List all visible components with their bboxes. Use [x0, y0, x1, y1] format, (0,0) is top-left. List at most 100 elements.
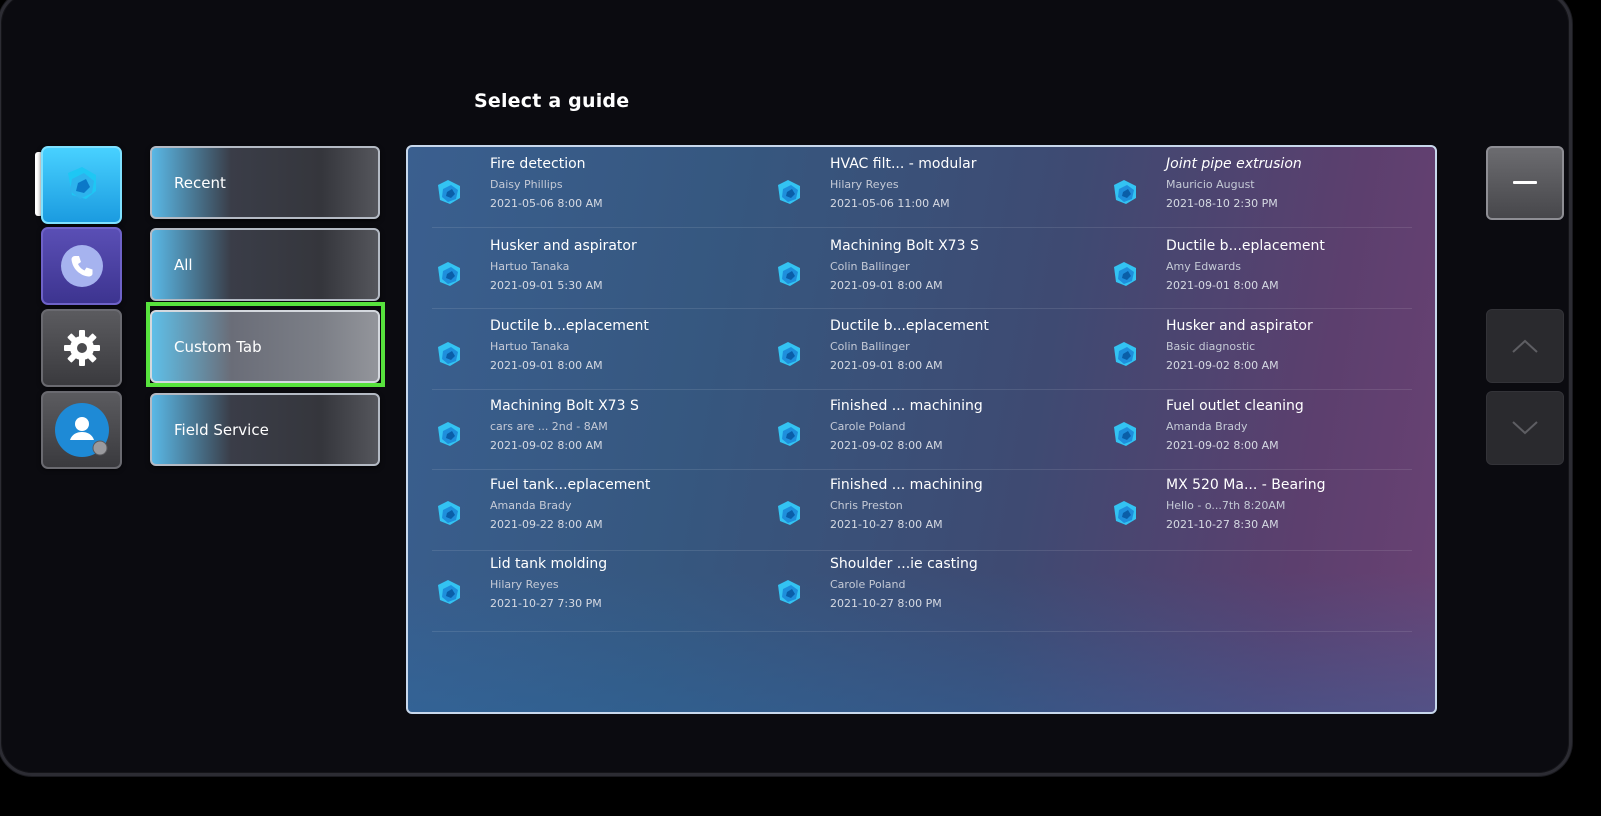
minimize-button[interactable]: [1486, 146, 1564, 220]
guide-icon: [438, 262, 460, 286]
guide-item[interactable]: Lid tank molding Hilary Reyes 2021-10-27 7…: [434, 556, 754, 626]
guide-item[interactable]: Shoulder ...ie casting Carole Poland 2021-…: [774, 556, 1094, 626]
guide-date: 2021-10-27 8:00 AM: [830, 518, 943, 531]
guide-icon: [778, 342, 800, 366]
guide-author: Colin Ballinger: [830, 340, 910, 353]
guide-date: 2021-10-27 8:30 AM: [1166, 518, 1279, 531]
guide-title: Fuel outlet cleaning: [1166, 398, 1304, 414]
guide-author: Mauricio August: [1166, 178, 1255, 191]
guide-date: 2021-09-01 8:00 AM: [830, 279, 943, 292]
guide-icon: [438, 180, 460, 204]
guide-icon: [778, 180, 800, 204]
guide-item[interactable]: Fuel tank...eplacement Amanda Brady 2021-0…: [434, 477, 754, 547]
guide-item[interactable]: Machining Bolt X73 S Colin Ballinger 2021-…: [774, 238, 1094, 308]
guide-date: 2021-09-02 8:00 AM: [1166, 439, 1279, 452]
chevron-down-icon: [1512, 421, 1538, 435]
guide-title: Ductile b...eplacement: [1166, 238, 1325, 254]
guide-title: Husker and aspirator: [490, 238, 637, 254]
guide-author: Amanda Brady: [1166, 420, 1248, 433]
row-divider: [432, 469, 1412, 470]
guide-date: 2021-09-02 8:00 AM: [1166, 359, 1279, 372]
focus-highlight: [146, 302, 385, 387]
guide-icon: [778, 262, 800, 286]
scroll-up-button[interactable]: [1486, 309, 1564, 383]
guide-icon: [1114, 422, 1136, 446]
guide-title: Shoulder ...ie casting: [830, 556, 978, 572]
guide-item[interactable]: HVAC filt... - modular Hilary Reyes 2021-0…: [774, 156, 1094, 226]
guide-author: Hartuo Tanaka: [490, 260, 570, 273]
guide-author: Chris Preston: [830, 499, 903, 512]
row-divider: [432, 227, 1412, 228]
rail-account-button[interactable]: [41, 391, 122, 469]
guide-title: Machining Bolt X73 S: [830, 238, 979, 254]
tab-all[interactable]: All: [150, 228, 380, 301]
tab-field-service[interactable]: Field Service: [150, 393, 380, 466]
guide-author: Carole Poland: [830, 578, 906, 591]
guide-author: cars are ... 2nd - 8AM: [490, 420, 608, 433]
guide-item[interactable]: Husker and aspirator Hartuo Tanaka 2021-09…: [434, 238, 754, 308]
gear-icon: [63, 330, 100, 366]
guide-icon: [1114, 342, 1136, 366]
guide-item[interactable]: Ductile b...eplacement Amy Edwards 2021-09…: [1110, 238, 1430, 308]
guide-author: Hilary Reyes: [830, 178, 899, 191]
guide-item[interactable]: MX 520 Ma... - Bearing Hello - o...7th 8:…: [1110, 477, 1430, 547]
guide-author: Daisy Phillips: [490, 178, 563, 191]
guide-icon: [1114, 180, 1136, 204]
guide-date: 2021-05-06 11:00 AM: [830, 197, 950, 210]
scroll-down-button[interactable]: [1486, 391, 1564, 465]
guide-title: Finished ... machining: [830, 398, 983, 414]
row-divider: [432, 389, 1412, 390]
guide-author: Amanda Brady: [490, 499, 572, 512]
guide-item[interactable]: Fire detection Daisy Phillips 2021-05-06 8…: [434, 156, 754, 226]
guide-date: 2021-09-02 8:00 AM: [830, 439, 943, 452]
rail-guides-button[interactable]: [41, 146, 122, 224]
guide-icon: [438, 422, 460, 446]
guide-date: 2021-09-22 8:00 AM: [490, 518, 603, 531]
guide-date: 2021-09-01 5:30 AM: [490, 279, 603, 292]
guide-author: Basic diagnostic: [1166, 340, 1256, 353]
guide-title: Lid tank molding: [490, 556, 608, 572]
tab-recent[interactable]: Recent: [150, 146, 380, 219]
guide-icon: [438, 501, 460, 525]
guide-item[interactable]: Fuel outlet cleaning Amanda Brady 2021-09-…: [1110, 398, 1430, 468]
guide-item[interactable]: Finished ... machining Carole Poland 2021-…: [774, 398, 1094, 468]
guide-author: Hello - o...7th 8:20AM: [1166, 499, 1286, 512]
guide-icon: [1114, 501, 1136, 525]
guide-item[interactable]: Machining Bolt X73 S cars are ... 2nd - 8…: [434, 398, 754, 468]
dynamics-guides-icon: [67, 167, 96, 199]
guide-icon: [778, 501, 800, 525]
phone-call-icon: [60, 245, 103, 287]
user-account-icon: [54, 403, 109, 457]
guide-item[interactable]: Joint pipe extrusion Mauricio August 2021-…: [1110, 156, 1430, 226]
guide-title: Machining Bolt X73 S: [490, 398, 639, 414]
guide-icon: [438, 342, 460, 366]
guide-date: 2021-09-01 8:00 AM: [830, 359, 943, 372]
guide-title: Joint pipe extrusion: [1166, 156, 1302, 172]
chevron-up-icon: [1512, 339, 1538, 353]
guide-icon: [778, 580, 800, 604]
row-divider: [432, 308, 1412, 309]
guide-date: 2021-09-01 8:00 AM: [490, 359, 603, 372]
guide-item[interactable]: Husker and aspirator Basic diagnostic 2021…: [1110, 318, 1430, 388]
guide-date: 2021-09-02 8:00 AM: [490, 439, 603, 452]
guide-title: Fuel tank...eplacement: [490, 477, 651, 493]
guide-item[interactable]: Ductile b...eplacement Hartuo Tanaka 2021-…: [434, 318, 754, 388]
guide-item[interactable]: Ductile b...eplacement Colin Ballinger 202…: [774, 318, 1094, 388]
page-title: Select a guide: [474, 90, 630, 112]
guide-title: HVAC filt... - modular: [830, 156, 977, 172]
guide-date: 2021-10-27 7:30 PM: [490, 597, 602, 610]
guide-icon: [1114, 262, 1136, 286]
guide-list-panel: Fire detection Daisy Phillips 2021-05-06 8…: [406, 145, 1437, 714]
rail-settings-button[interactable]: [41, 309, 122, 387]
guide-title: Ductile b...eplacement: [490, 318, 649, 334]
row-divider: [432, 631, 1412, 632]
rail-call-button[interactable]: [41, 227, 122, 305]
guide-author: Hartuo Tanaka: [490, 340, 570, 353]
guide-title: Finished ... machining: [830, 477, 983, 493]
guide-item[interactable]: Finished ... machining Chris Preston 2021-…: [774, 477, 1094, 547]
guide-title: Fire detection: [490, 156, 586, 172]
guide-date: 2021-08-10 2:30 PM: [1166, 197, 1278, 210]
guide-date: 2021-10-27 8:00 PM: [830, 597, 942, 610]
row-divider: [432, 550, 1412, 551]
minimize-icon: [1513, 181, 1537, 184]
